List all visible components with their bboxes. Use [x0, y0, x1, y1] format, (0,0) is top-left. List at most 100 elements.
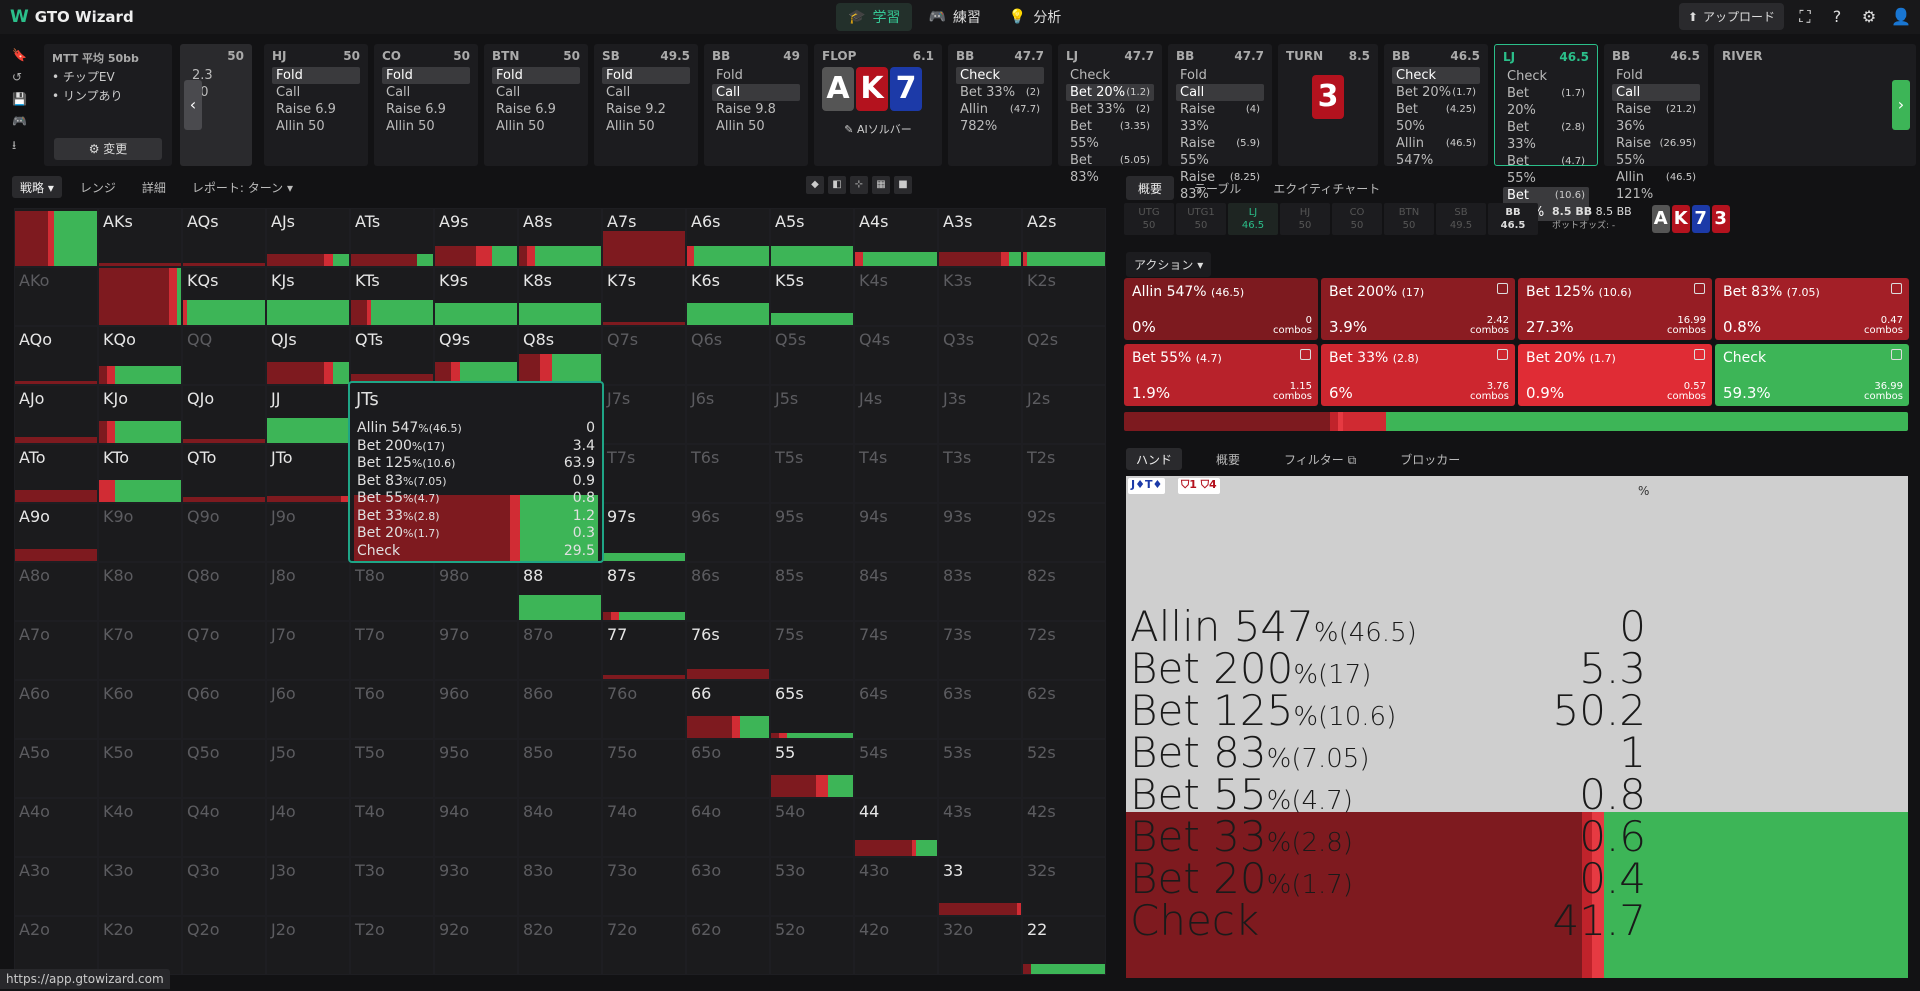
action-box[interactable]: Allin 547% (46.5) 0% 0 combos — [1124, 278, 1318, 340]
hand-cell[interactable]: 98o — [434, 562, 518, 621]
action-option[interactable]: Raise 55% (26.95) — [1612, 135, 1700, 169]
hand-cell[interactable]: 42s — [1022, 798, 1106, 857]
nav-tab-study[interactable]: 🎓 学習 — [836, 3, 913, 31]
action-option[interactable]: Check — [1066, 67, 1154, 84]
ai-solver-button[interactable]: ✎ AIソルバー — [822, 121, 934, 137]
hand-cell[interactable]: 63s — [938, 680, 1022, 739]
details-icon[interactable] — [1300, 349, 1311, 360]
hand-cell[interactable]: 62s — [1022, 680, 1106, 739]
position-seat[interactable]: BB 46.5 — [1488, 203, 1538, 235]
hand-cell[interactable]: K5s — [770, 267, 854, 326]
hand-cell[interactable]: AKo — [14, 267, 98, 326]
action-option[interactable]: Fold — [492, 67, 580, 84]
position-seat[interactable]: CO 50 — [1332, 203, 1382, 235]
hand-cell[interactable]: 84o — [518, 798, 602, 857]
action-option[interactable]: Bet 20% (1.7) — [1392, 84, 1480, 101]
hand-cell[interactable]: 22 — [1022, 916, 1106, 975]
hand-cell[interactable]: AJs — [266, 208, 350, 267]
hand-cell[interactable]: A4s — [854, 208, 938, 267]
hand-cell[interactable]: A9s — [434, 208, 518, 267]
hand-cell[interactable]: 52o — [770, 916, 854, 975]
hand-cell[interactable]: 63o — [686, 857, 770, 916]
action-option[interactable]: Check — [1503, 68, 1589, 85]
hand-cell[interactable]: 92s — [1022, 503, 1106, 562]
tab-summary[interactable]: 概要 — [1206, 448, 1250, 470]
hand-cell[interactable]: 74o — [602, 798, 686, 857]
details-icon[interactable] — [1891, 349, 1902, 360]
action-option[interactable]: Raise 9.8 — [712, 101, 800, 118]
tab-filter[interactable]: フィルター ⧉ — [1274, 448, 1366, 470]
hand-cell[interactable]: 86s — [686, 562, 770, 621]
details-icon[interactable] — [1497, 283, 1508, 294]
hand-cell[interactable]: 73o — [602, 857, 686, 916]
nav-tab-analyze[interactable]: 💡 分析 — [997, 3, 1073, 31]
screenshot-icon[interactable]: ⛶ — [1794, 6, 1816, 28]
hand-cell[interactable]: Q4o — [182, 798, 266, 857]
action-option[interactable]: Fold — [382, 67, 470, 84]
hand-cell[interactable]: 72o — [602, 916, 686, 975]
hand-cell[interactable]: T6o — [350, 680, 434, 739]
action-option[interactable]: Allin 50 — [602, 118, 690, 135]
hand-cell[interactable]: A5s — [770, 208, 854, 267]
action-box[interactable]: Bet 33% (2.8) 6% 3.76 combos — [1321, 344, 1515, 406]
hand-cell[interactable]: 73s — [938, 621, 1022, 680]
hand-cell[interactable]: 86o — [518, 680, 602, 739]
hand-cell[interactable]: A9o — [14, 503, 98, 562]
hand-cell[interactable]: AQs — [182, 208, 266, 267]
hand-cell[interactable]: K5o — [98, 739, 182, 798]
action-option[interactable]: Raise 9.2 — [602, 101, 690, 118]
tab-strategy[interactable]: 戦略 ▾ — [12, 176, 62, 198]
player-column[interactable]: BB 47.7 Check Bet 33% (2) Allin 782% (47.7) — [948, 44, 1052, 166]
tab-details[interactable]: 詳細 — [134, 176, 174, 198]
view-3d-icon[interactable]: ◆ — [806, 176, 824, 194]
hand-cell[interactable]: QTo — [182, 444, 266, 503]
hand-cell[interactable]: K7o — [98, 621, 182, 680]
hand-cell[interactable]: QJo — [182, 385, 266, 444]
hand-cell[interactable]: A4o — [14, 798, 98, 857]
hand-cell[interactable]: ATs — [350, 208, 434, 267]
hand-cell[interactable]: T5o — [350, 739, 434, 798]
hand-cell[interactable]: ATo — [14, 444, 98, 503]
hand-cell[interactable]: T4o — [350, 798, 434, 857]
action-box[interactable]: Bet 200% (17) 3.9% 2.42 combos — [1321, 278, 1515, 340]
details-icon[interactable] — [1891, 283, 1902, 294]
details-icon[interactable] — [1694, 283, 1705, 294]
position-seat[interactable]: BTN 50 — [1384, 203, 1434, 235]
hand-cell[interactable]: Q8o — [182, 562, 266, 621]
action-option[interactable]: Call — [492, 84, 580, 101]
hand-cell[interactable]: KTs — [350, 267, 434, 326]
hand-cell[interactable]: 95o — [434, 739, 518, 798]
action-option[interactable]: Check — [1392, 67, 1480, 84]
hand-cell[interactable]: AA — [14, 208, 98, 267]
hand-cell[interactable]: 93s — [938, 503, 1022, 562]
hand-cell[interactable]: K6o — [98, 680, 182, 739]
player-column[interactable]: BB 47.7 Fold Call Raise 33% (4) Raise 55% (5.9)… — [1168, 44, 1272, 202]
hand-cell[interactable]: Q5o — [182, 739, 266, 798]
hand-cell[interactable]: 54o — [770, 798, 854, 857]
nav-tab-practice[interactable]: 🎮 練習 — [916, 3, 992, 31]
action-option[interactable]: Bet 50% (4.25) — [1392, 101, 1480, 135]
action-option[interactable]: Call — [1612, 84, 1700, 101]
tab-hand[interactable]: ハンド — [1126, 448, 1183, 470]
action-option[interactable]: Raise 6.9 — [492, 101, 580, 118]
details-icon[interactable] — [1497, 349, 1508, 360]
gear-icon[interactable]: ⚙ — [1858, 6, 1880, 28]
hand-cell[interactable]: A7s — [602, 208, 686, 267]
position-seat[interactable]: UTG1 50 — [1176, 203, 1226, 235]
hand-cell[interactable]: A8s — [518, 208, 602, 267]
hand-cell[interactable]: Q6s — [686, 326, 770, 385]
hand-cell[interactable]: Q9o — [182, 503, 266, 562]
hand-cell[interactable]: 75o — [602, 739, 686, 798]
turn-column[interactable]: TURN 8.5 3 — [1278, 44, 1378, 166]
action-option[interactable]: Allin 782% (47.7) — [956, 101, 1044, 135]
hand-cell[interactable]: K4s — [854, 267, 938, 326]
hand-cell[interactable]: K6s — [686, 267, 770, 326]
player-column[interactable]: BB 49 Fold Call Raise 9.8 Allin 50 — [704, 44, 808, 166]
hand-cell[interactable]: 74s — [854, 621, 938, 680]
hand-cell[interactable]: Q6o — [182, 680, 266, 739]
hand-cell[interactable]: 44 — [854, 798, 938, 857]
hand-cell[interactable]: QJs — [266, 326, 350, 385]
action-box[interactable]: Bet 125% (10.6) 27.3% 16.99 combos — [1518, 278, 1712, 340]
hand-cell[interactable]: T7s — [602, 444, 686, 503]
hand-cell[interactable]: J3o — [266, 857, 350, 916]
